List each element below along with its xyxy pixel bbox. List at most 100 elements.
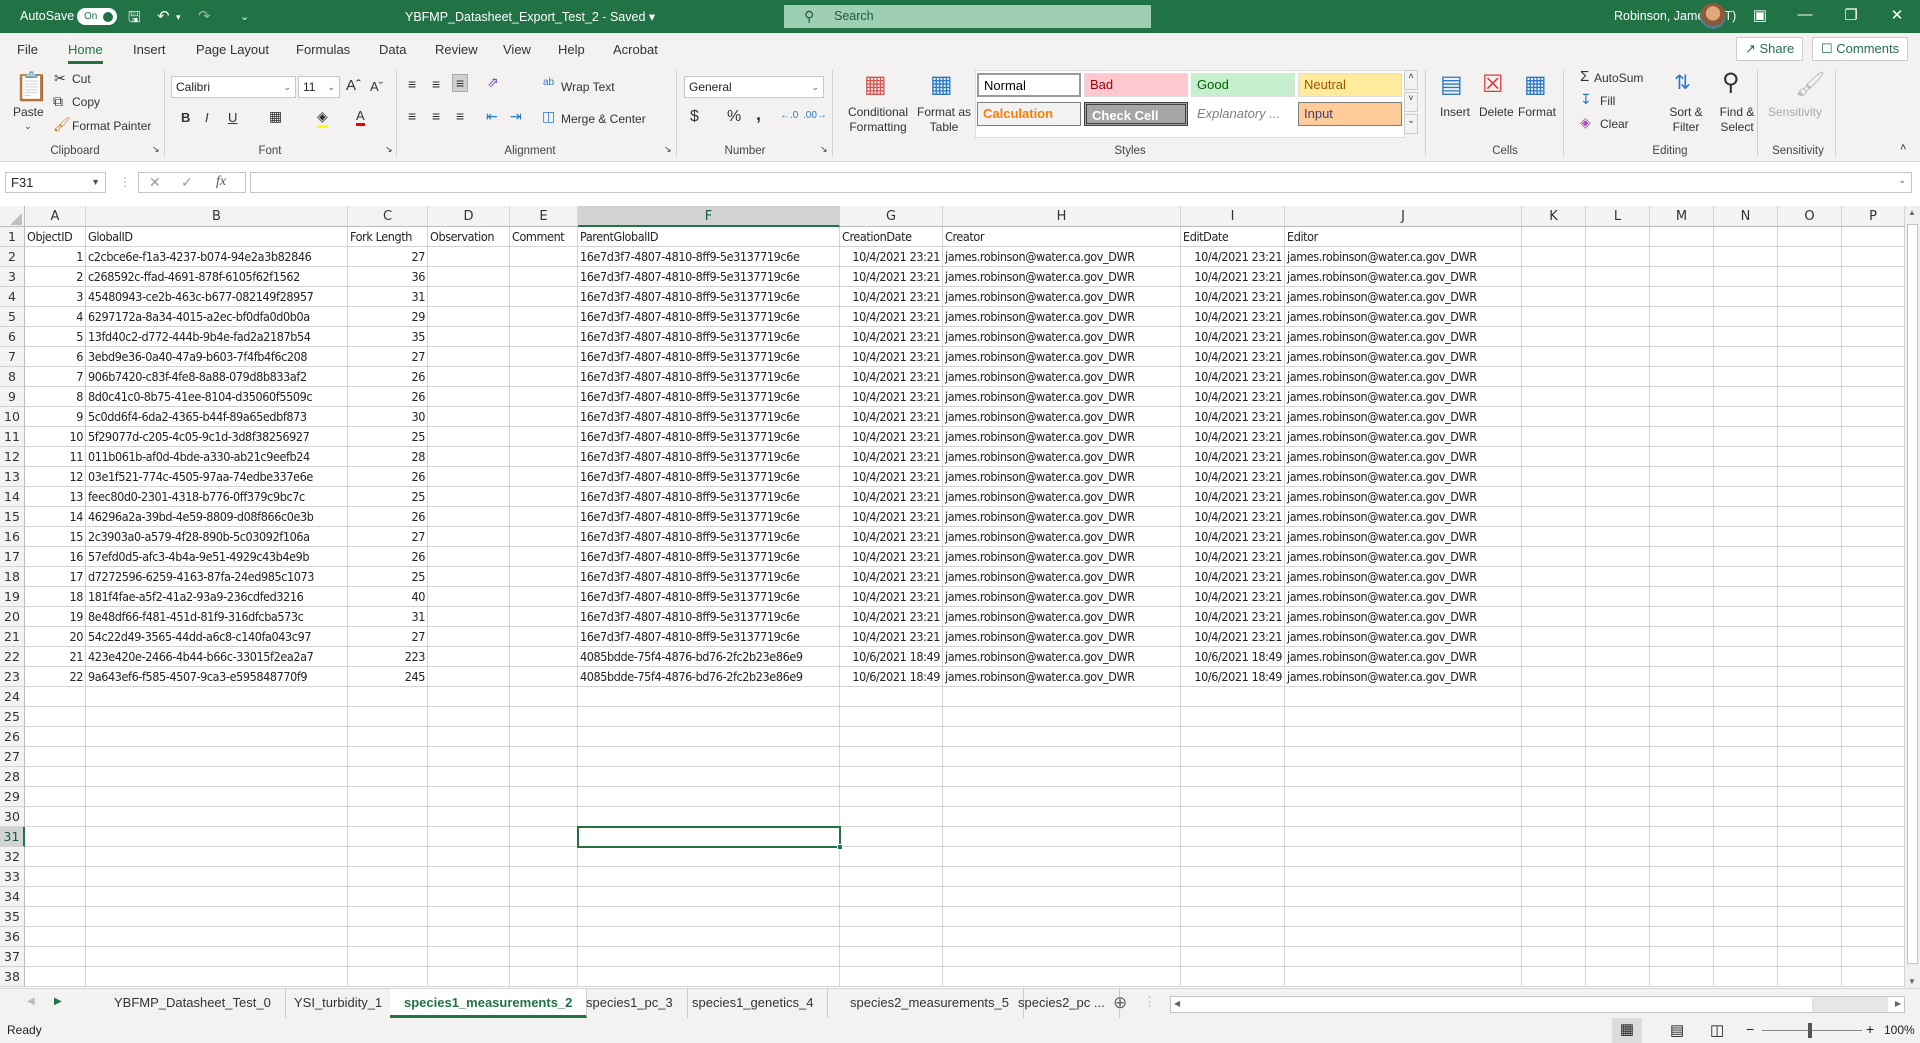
cell-P2[interactable] (1842, 247, 1905, 267)
cell-D35[interactable] (428, 907, 510, 927)
cell-G17[interactable]: 10/4/2021 23:21 (840, 547, 943, 567)
row-header-19[interactable]: 19 (0, 587, 25, 607)
cell-E20[interactable] (510, 607, 578, 627)
cell-J15[interactable]: james.robinson@water.ca.gov_DWR (1285, 507, 1522, 527)
cell-I37[interactable] (1181, 947, 1285, 967)
cell-I10[interactable]: 10/4/2021 23:21 (1181, 407, 1285, 427)
cell-K5[interactable] (1522, 307, 1586, 327)
cell-N33[interactable] (1714, 867, 1778, 887)
cell-K12[interactable] (1522, 447, 1586, 467)
cell-F13[interactable]: 16e7d3f7-4807-4810-8ff9-5e3137719c6e (578, 467, 840, 487)
row-header-32[interactable]: 32 (0, 847, 25, 867)
cell-K28[interactable] (1522, 767, 1586, 787)
cell-J26[interactable] (1285, 727, 1522, 747)
normal-view-icon[interactable]: ▦ (1612, 1018, 1642, 1043)
format-painter-icon[interactable]: 🖌 (53, 116, 71, 133)
cell-B11[interactable]: 5f29077d-c205-4c05-9c1d-3d8f38256927 (86, 427, 348, 447)
cell-L38[interactable] (1586, 967, 1650, 987)
cell-C33[interactable] (348, 867, 428, 887)
cell-P29[interactable] (1842, 787, 1905, 807)
cell-I11[interactable]: 10/4/2021 23:21 (1181, 427, 1285, 447)
minimize-icon[interactable]: — (1790, 6, 1820, 23)
cell-K6[interactable] (1522, 327, 1586, 347)
cell-N16[interactable] (1714, 527, 1778, 547)
cell-D28[interactable] (428, 767, 510, 787)
cell-I35[interactable] (1181, 907, 1285, 927)
cell-E6[interactable] (510, 327, 578, 347)
cell-M37[interactable] (1650, 947, 1714, 967)
row-header-7[interactable]: 7 (0, 347, 25, 367)
cell-P28[interactable] (1842, 767, 1905, 787)
cell-N20[interactable] (1714, 607, 1778, 627)
cell-D21[interactable] (428, 627, 510, 647)
cell-K13[interactable] (1522, 467, 1586, 487)
cell-I22[interactable]: 10/6/2021 18:49 (1181, 647, 1285, 667)
cell-K31[interactable] (1522, 827, 1586, 847)
cell-B30[interactable] (86, 807, 348, 827)
cell-K35[interactable] (1522, 907, 1586, 927)
cell-G19[interactable]: 10/4/2021 23:21 (840, 587, 943, 607)
cell-P9[interactable] (1842, 387, 1905, 407)
cell-B13[interactable]: 03e1f521-774c-4505-97aa-74edbe337e6e (86, 467, 348, 487)
cell-G27[interactable] (840, 747, 943, 767)
cell-C29[interactable] (348, 787, 428, 807)
column-header-N[interactable]: N (1714, 206, 1778, 227)
cell-D30[interactable] (428, 807, 510, 827)
tab-formulas[interactable]: Formulas (296, 42, 350, 57)
cell-G4[interactable]: 10/4/2021 23:21 (840, 287, 943, 307)
redo-icon[interactable]: ↷ (198, 7, 211, 25)
cell-C23[interactable]: 245 (348, 667, 428, 687)
cell-A18[interactable]: 17 (25, 567, 86, 587)
cell-E16[interactable] (510, 527, 578, 547)
cell-D38[interactable] (428, 967, 510, 987)
tab-acrobat[interactable]: Acrobat (613, 42, 658, 57)
copy-icon[interactable]: ⧉ (53, 93, 63, 110)
cell-N28[interactable] (1714, 767, 1778, 787)
cell-O24[interactable] (1778, 687, 1842, 707)
cell-G33[interactable] (840, 867, 943, 887)
cell-D6[interactable] (428, 327, 510, 347)
row-header-28[interactable]: 28 (0, 767, 25, 787)
cell-O37[interactable] (1778, 947, 1842, 967)
cell-C24[interactable] (348, 687, 428, 707)
cell-E14[interactable] (510, 487, 578, 507)
row-header-22[interactable]: 22 (0, 647, 25, 667)
share-button[interactable]: ↗ Share (1736, 37, 1804, 61)
cell-P15[interactable] (1842, 507, 1905, 527)
cell-A24[interactable] (25, 687, 86, 707)
cell-J3[interactable]: james.robinson@water.ca.gov_DWR (1285, 267, 1522, 287)
cell-O31[interactable] (1778, 827, 1842, 847)
formula-bar-grip[interactable]: ⋮ (119, 175, 131, 189)
cell-N17[interactable] (1714, 547, 1778, 567)
cell-B23[interactable]: 9a643ef6-f585-4507-9ca3-e595848770f9 (86, 667, 348, 687)
row-header-20[interactable]: 20 (0, 607, 25, 627)
cell-F3[interactable]: 16e7d3f7-4807-4810-8ff9-5e3137719c6e (578, 267, 840, 287)
cell-P31[interactable] (1842, 827, 1905, 847)
cell-C6[interactable]: 35 (348, 327, 428, 347)
cell-C34[interactable] (348, 887, 428, 907)
cell-B27[interactable] (86, 747, 348, 767)
cell-P36[interactable] (1842, 927, 1905, 947)
cell-G13[interactable]: 10/4/2021 23:21 (840, 467, 943, 487)
collapse-ribbon-icon[interactable]: ˄ (1900, 142, 1906, 154)
style-explanatory[interactable]: Explanatory ... (1191, 102, 1295, 126)
cell-O3[interactable] (1778, 267, 1842, 287)
cell-J34[interactable] (1285, 887, 1522, 907)
row-header-27[interactable]: 27 (0, 747, 25, 767)
cell-O8[interactable] (1778, 367, 1842, 387)
vertical-scroll-thumb[interactable] (1907, 224, 1918, 964)
cell-A19[interactable]: 18 (25, 587, 86, 607)
tab-file[interactable]: File (17, 42, 38, 57)
borders-icon[interactable]: ▦ (269, 108, 282, 125)
cell-C8[interactable]: 26 (348, 367, 428, 387)
cell-I24[interactable] (1181, 687, 1285, 707)
cell-A6[interactable]: 5 (25, 327, 86, 347)
cell-D25[interactable] (428, 707, 510, 727)
cell-I34[interactable] (1181, 887, 1285, 907)
cell-K9[interactable] (1522, 387, 1586, 407)
cell-I12[interactable]: 10/4/2021 23:21 (1181, 447, 1285, 467)
cell-K36[interactable] (1522, 927, 1586, 947)
cell-I1[interactable]: EditDate (1181, 227, 1285, 247)
cell-J22[interactable]: james.robinson@water.ca.gov_DWR (1285, 647, 1522, 667)
cell-A5[interactable]: 4 (25, 307, 86, 327)
